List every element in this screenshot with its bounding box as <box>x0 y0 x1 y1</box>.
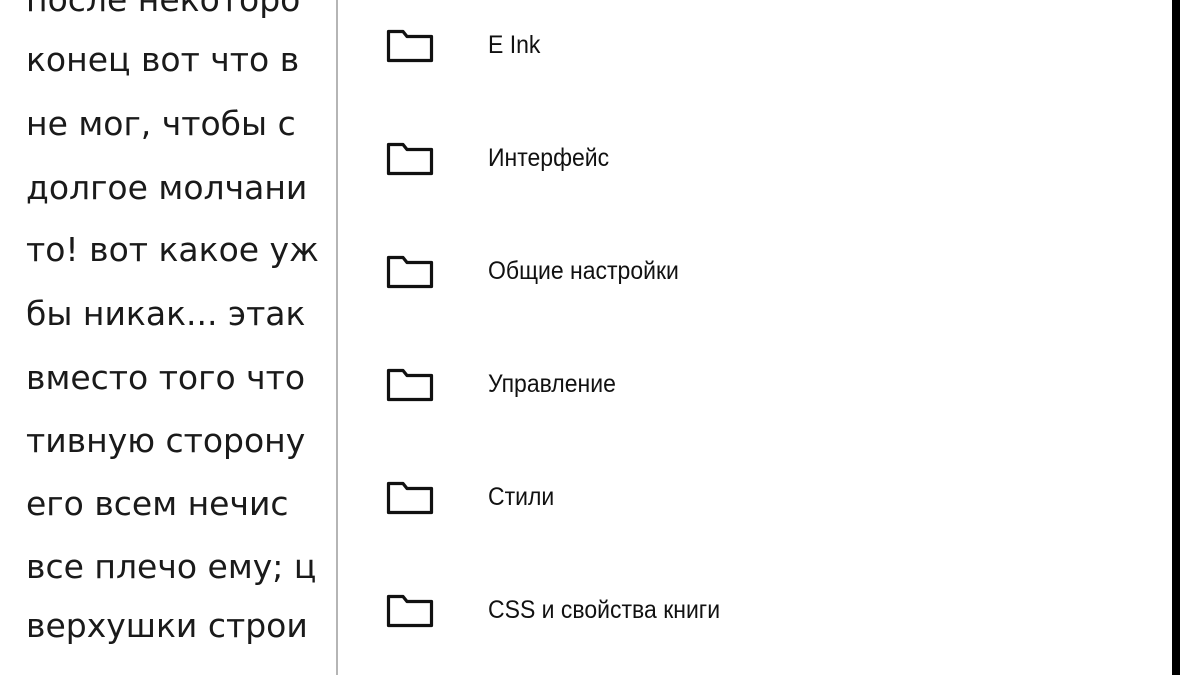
book-text-line: не мог, чтобы с <box>26 104 296 143</box>
book-text-line: его всем нечис <box>26 484 289 523</box>
settings-menu-panel: E Ink Интерфейс Общие настройки Управлен… <box>336 0 1172 675</box>
folder-icon <box>386 479 434 515</box>
menu-item-interface[interactable]: Интерфейс <box>338 100 1172 213</box>
book-text-line: все плечо ему; ц <box>26 547 317 586</box>
book-text-line: долгое молчани <box>26 168 308 207</box>
folder-icon <box>386 366 434 402</box>
book-text-line: конец вот что в <box>26 40 300 79</box>
panel-border <box>1172 0 1180 675</box>
menu-item-css-book-properties[interactable]: CSS и свойства книги <box>338 552 1172 665</box>
menu-item-label: Стили <box>488 483 555 511</box>
menu-item-controls[interactable]: Управление <box>338 326 1172 439</box>
book-text-area: после некоторо конец вот что в не мог, ч… <box>0 0 340 675</box>
book-text-line: вместо того что <box>26 358 306 397</box>
folder-icon <box>386 592 434 628</box>
menu-item-label: Интерфейс <box>488 144 610 172</box>
book-text-line: тивную сторону <box>26 421 306 460</box>
folder-icon <box>386 140 434 176</box>
menu-item-styles[interactable]: Стили <box>338 439 1172 552</box>
menu-item-label: Управление <box>488 370 616 398</box>
book-text-line: после некоторо <box>26 0 300 20</box>
folder-icon <box>386 253 434 289</box>
menu-item-label: Общие настройки <box>488 257 679 285</box>
folder-icon <box>386 27 434 63</box>
menu-item-general-settings[interactable]: Общие настройки <box>338 213 1172 326</box>
menu-item-label: E Ink <box>488 31 541 59</box>
menu-item-e-ink[interactable]: E Ink <box>338 0 1172 100</box>
book-text-line: верхушки строи <box>26 606 308 645</box>
book-text-line: бы никак... этак <box>26 294 306 333</box>
book-text-line: то! вот какое уж <box>26 230 319 269</box>
menu-item-label: CSS и свойства книги <box>488 596 721 624</box>
